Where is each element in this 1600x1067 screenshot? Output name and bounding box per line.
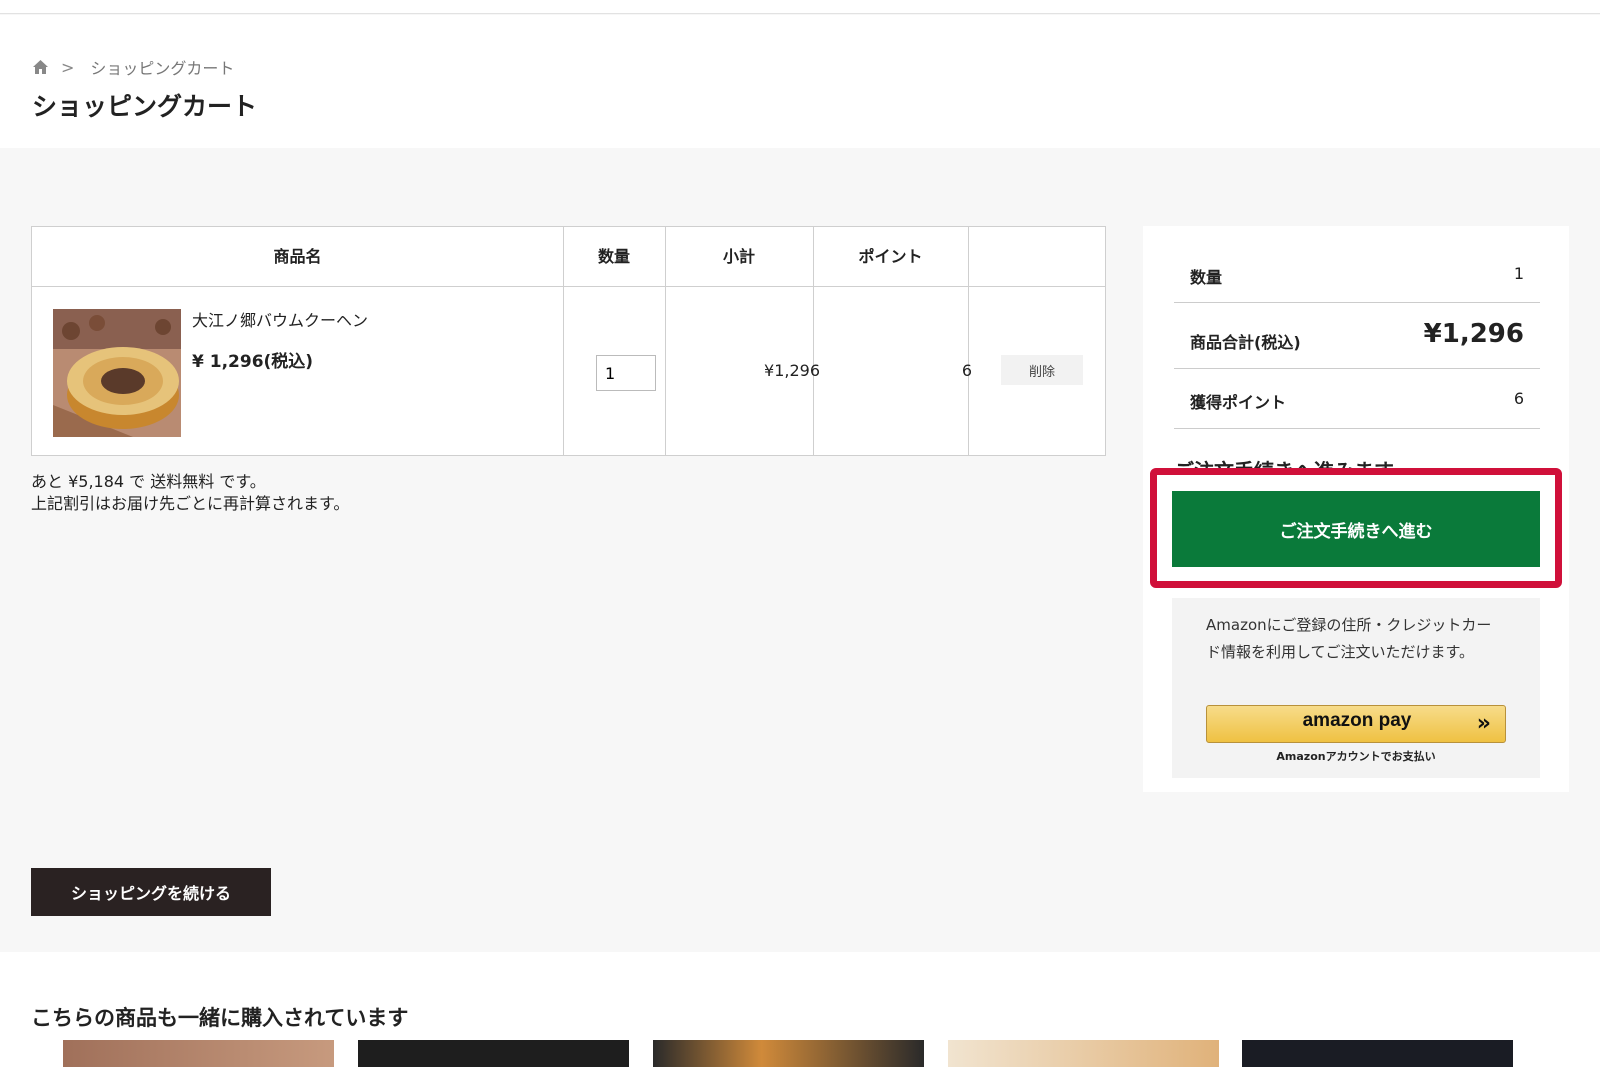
summary-row-points: 獲得ポイント 6 bbox=[1174, 369, 1540, 429]
column-divider bbox=[968, 227, 969, 455]
order-summary: 数量 1 商品合計(税込) ¥1,296 獲得ポイント 6 ご注文手続きへ進みま… bbox=[1143, 226, 1569, 792]
item-subtotal: ¥1,296 bbox=[764, 361, 820, 380]
breadcrumb: > ショッピングカート bbox=[32, 55, 234, 79]
breadcrumb-separator: > bbox=[61, 57, 75, 77]
column-divider bbox=[813, 227, 814, 455]
cart-table: 商品名 数量 小計 ポイント 大江ノ郷バウムクーヘン ¥ 1,296(税込) ¥… bbox=[31, 226, 1106, 456]
amazon-pay-section: Amazonにご登録の住所・クレジットカード情報を利用してご注文いただけます。 … bbox=[1172, 598, 1540, 778]
highlight-frame bbox=[1150, 468, 1562, 588]
breadcrumb-current: ショッピングカート bbox=[90, 59, 235, 78]
summary-points-label: 獲得ポイント bbox=[1190, 393, 1287, 412]
delete-button[interactable]: 削除 bbox=[1001, 355, 1083, 385]
summary-points-value: 6 bbox=[1513, 389, 1524, 408]
double-chevron-right-icon: » bbox=[1476, 711, 1491, 736]
summary-total-value: ¥1,296 bbox=[1423, 319, 1524, 349]
amazon-pay-caption: Amazonアカウントでお支払い bbox=[1276, 750, 1436, 763]
product-price: ¥ 1,296(税込) bbox=[192, 352, 314, 372]
free-shipping-message: あと ¥5,184 で 送料無料 です。 bbox=[31, 472, 266, 491]
header-quantity: 数量 bbox=[597, 247, 630, 266]
summary-qty-value: 1 bbox=[1513, 264, 1524, 283]
shipping-note: あと ¥5,184 で 送料無料 です。 上記割引はお届け先ごとに再計算されます… bbox=[31, 471, 349, 515]
quantity-input[interactable] bbox=[596, 355, 656, 391]
recommended-product-image[interactable] bbox=[948, 1040, 1219, 1067]
summary-row-total: 商品合計(税込) ¥1,296 bbox=[1174, 303, 1540, 369]
summary-total-label: 商品合計(税込) bbox=[1190, 333, 1301, 352]
summary-qty-label: 数量 bbox=[1190, 268, 1223, 287]
item-points: 6 bbox=[961, 361, 972, 380]
table-header: 商品名 数量 小計 ポイント bbox=[32, 227, 1105, 287]
cart-main: 商品名 数量 小計 ポイント 大江ノ郷バウムクーヘン ¥ 1,296(税込) ¥… bbox=[0, 148, 1600, 952]
recommended-product-image[interactable] bbox=[358, 1040, 629, 1067]
product-image[interactable] bbox=[53, 309, 181, 437]
continue-shopping-button[interactable]: ショッピングを続ける bbox=[31, 868, 271, 916]
top-border bbox=[0, 0, 1600, 14]
recommended-product-image[interactable] bbox=[1242, 1040, 1513, 1067]
recalc-message: 上記割引はお届け先ごとに再計算されます。 bbox=[31, 494, 350, 513]
column-divider bbox=[563, 227, 564, 455]
header-product-name: 商品名 bbox=[273, 247, 322, 266]
page-title: ショッピングカート bbox=[32, 92, 258, 121]
summary-row-quantity: 数量 1 bbox=[1174, 244, 1540, 303]
recommendations-section: こちらの商品も一緒に購入されています bbox=[0, 952, 1600, 1067]
recommendations-title: こちらの商品も一緒に購入されています bbox=[31, 1006, 409, 1030]
page-header: > ショッピングカート ショッピングカート bbox=[0, 15, 1600, 148]
product-name[interactable]: 大江ノ郷バウムクーヘン bbox=[192, 307, 368, 331]
header-points: ポイント bbox=[858, 247, 923, 266]
recommended-product-image[interactable] bbox=[63, 1040, 334, 1067]
home-icon[interactable] bbox=[32, 59, 49, 75]
recommended-product-image[interactable] bbox=[653, 1040, 924, 1067]
amazon-pay-logo: amazon pay bbox=[1302, 710, 1412, 731]
amazon-pay-description: Amazonにご登録の住所・クレジットカード情報を利用してご注文いただけます。 bbox=[1206, 616, 1492, 661]
header-subtotal: 小計 bbox=[722, 247, 755, 266]
amazon-pay-button[interactable]: amazon pay » bbox=[1206, 705, 1506, 743]
column-divider bbox=[665, 227, 666, 455]
